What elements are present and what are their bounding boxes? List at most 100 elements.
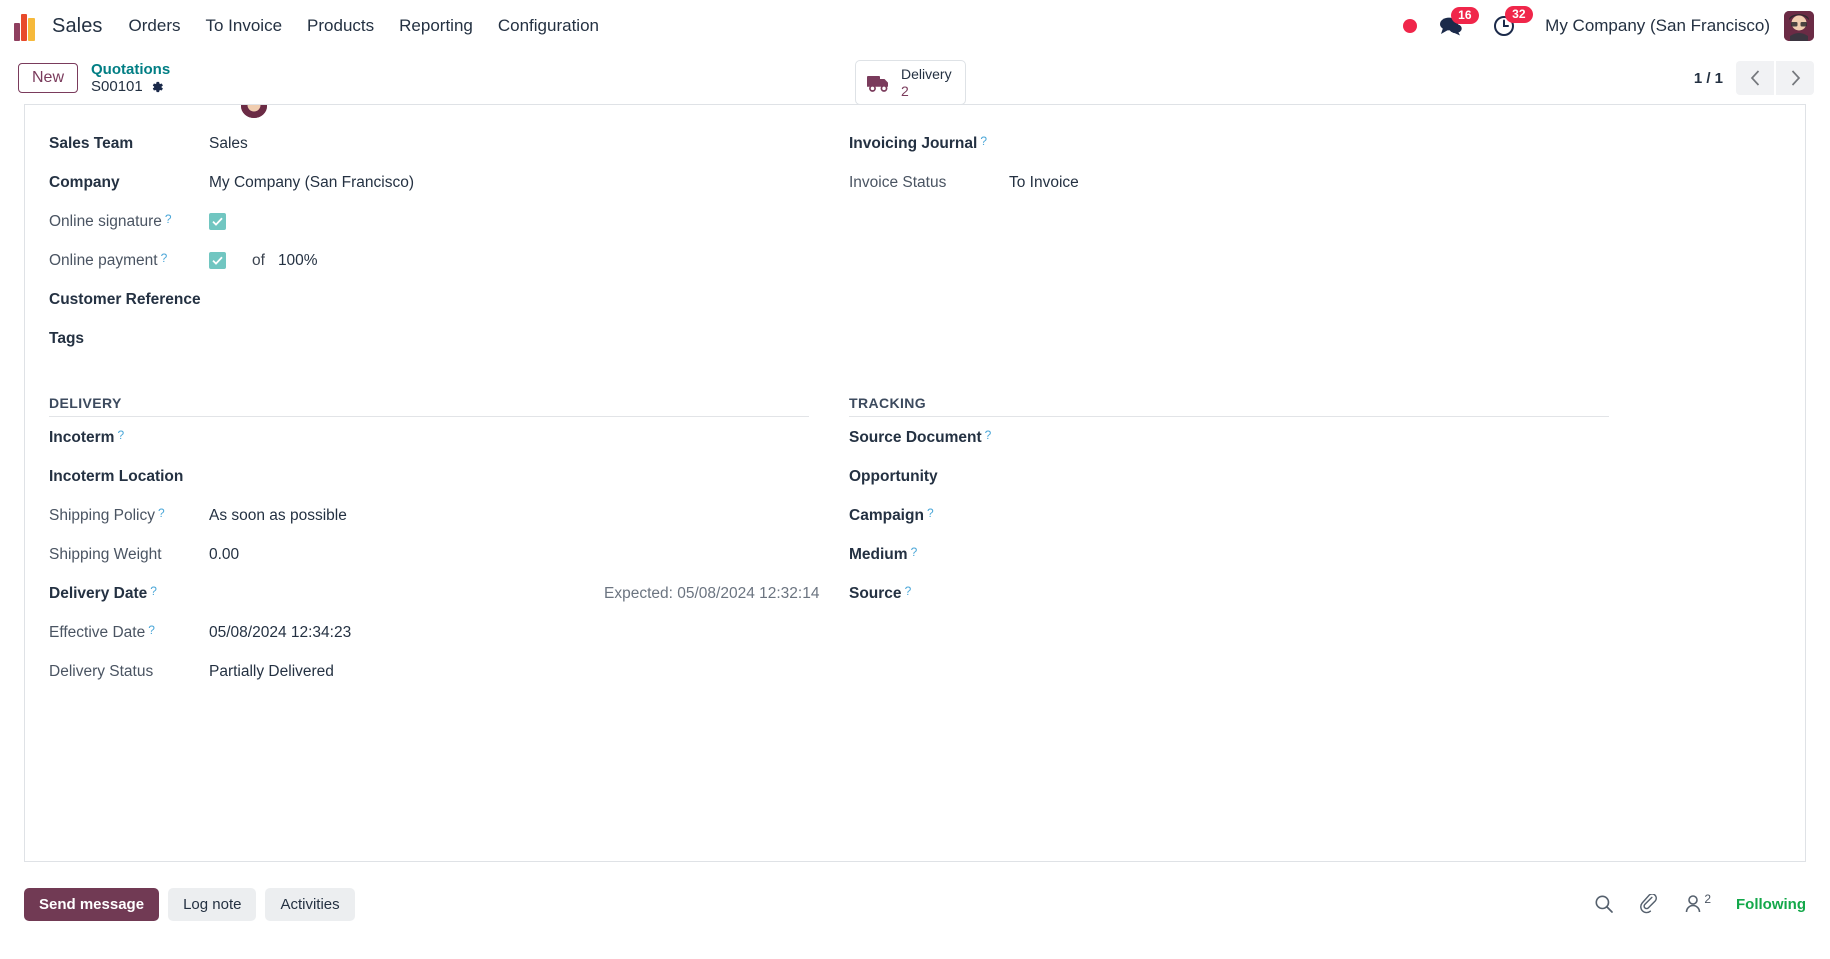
field-label: Online payment ? [49, 251, 168, 269]
form-column-right: Invoicing Journal ? Invoice Status To In… [849, 134, 1609, 702]
field-opportunity: Opportunity [849, 468, 1609, 507]
user-followers-icon [1686, 895, 1701, 913]
field-label: Campaign ? [849, 506, 934, 524]
followers-count: 2 [1704, 892, 1712, 906]
chatter-right-group: 2 Following [1594, 892, 1806, 914]
activities-badge: 32 [1505, 6, 1533, 23]
sales-logo-icon[interactable] [14, 11, 40, 41]
menu-orders[interactable]: Orders [129, 16, 181, 36]
help-tooltip-icon[interactable]: ? [911, 545, 918, 559]
help-tooltip-icon[interactable]: ? [158, 506, 165, 520]
help-tooltip-icon[interactable]: ? [117, 428, 124, 442]
delivery-date-expected-note: Expected: 05/08/2024 12:32:14 [604, 585, 820, 602]
paperclip-icon [1640, 894, 1658, 914]
form-column-left: Sales Team Sales Company My Company (San… [49, 135, 819, 702]
field-sales-team: Sales Team Sales [49, 135, 809, 174]
followers-button[interactable]: 2 [1684, 892, 1712, 914]
field-shipping-weight: Shipping Weight 0.00 [49, 546, 809, 585]
help-tooltip-icon[interactable]: ? [150, 584, 157, 598]
help-tooltip-icon[interactable]: ? [905, 584, 912, 598]
online-payment-percent[interactable]: 100% [278, 252, 318, 270]
pager-count: 1 / 1 [1693, 69, 1723, 87]
breadcrumb-quotations[interactable]: Quotations [91, 61, 170, 78]
navbar-right-group: 16 32 My Company (San Francisco) [1403, 6, 1814, 41]
delivery-stat-button[interactable]: Delivery 2 [855, 60, 966, 106]
field-label: Delivery Date ? [49, 584, 157, 602]
field-online-signature: Online signature ? [49, 212, 809, 252]
field-effective-date: Effective Date ? 05/08/2024 12:34:23 [49, 623, 809, 663]
field-label: Incoterm Location [49, 468, 184, 485]
field-tags: Tags [49, 330, 809, 369]
field-value: Partially Delivered [209, 663, 334, 680]
field-label: Source ? [849, 584, 912, 602]
log-note-button[interactable]: Log note [168, 887, 257, 921]
chatter-toolbar: Send message Log note Activities 2 Follo… [0, 862, 1830, 932]
spacer-row [849, 213, 1609, 252]
field-value: 05/08/2024 12:34:23 [209, 624, 352, 641]
field-label: Company [49, 174, 120, 191]
tracking-section-title: TRACKING [849, 395, 1609, 417]
help-tooltip-icon[interactable]: ? [985, 428, 992, 442]
menu-configuration[interactable]: Configuration [498, 16, 599, 36]
delivery-stat-label: Delivery [901, 66, 952, 82]
field-value: To Invoice [1009, 174, 1079, 191]
help-tooltip-icon[interactable]: ? [980, 134, 987, 148]
help-tooltip-icon[interactable]: ? [161, 251, 168, 265]
help-tooltip-icon[interactable]: ? [927, 506, 934, 520]
red-status-dot-icon [1403, 19, 1418, 33]
field-shipping-policy: Shipping Policy ? As soon as possible [49, 506, 809, 546]
field-value[interactable]: As soon as possible [209, 507, 347, 525]
activities-menu[interactable]: 32 [1493, 6, 1533, 37]
field-source: Source ? [849, 584, 1609, 624]
gear-icon[interactable] [150, 80, 164, 94]
menu-to-invoice[interactable]: To Invoice [206, 16, 283, 36]
field-label: Medium ? [849, 545, 918, 563]
messages-menu[interactable]: 16 [1439, 7, 1479, 36]
pager-previous-button[interactable] [1736, 61, 1774, 95]
user-avatar-icon[interactable] [1784, 11, 1814, 41]
pager-next-button[interactable] [1776, 61, 1814, 95]
breadcrumb-current-record: S00101 [91, 78, 143, 95]
record-pager: 1 / 1 [1694, 61, 1814, 95]
top-navbar: Sales Orders To Invoice Products Reporti… [0, 0, 1830, 52]
field-source-document: Source Document ? [849, 428, 1609, 468]
control-panel: New Quotations S00101 Delivery 2 1 / 1 [0, 52, 1830, 106]
online-signature-checkbox[interactable] [209, 213, 226, 230]
field-company: Company My Company (San Francisco) [49, 174, 809, 213]
help-tooltip-icon[interactable]: ? [148, 623, 155, 637]
field-value[interactable]: Sales [209, 135, 248, 153]
chevron-right-icon [1791, 70, 1800, 86]
app-menu-sales[interactable]: Sales [52, 15, 103, 38]
spacer-row [849, 330, 1609, 369]
search-messages-button[interactable] [1594, 894, 1614, 914]
attachments-button[interactable] [1639, 894, 1659, 914]
online-payment-checkbox[interactable] [209, 252, 226, 269]
search-icon [1595, 895, 1614, 913]
menu-products[interactable]: Products [307, 16, 374, 36]
form-columns: Sales Team Sales Company My Company (San… [49, 105, 1781, 702]
field-label: Delivery Status [49, 663, 154, 680]
breadcrumb: Quotations S00101 [91, 61, 170, 96]
online-payment-of-label: of [252, 252, 265, 269]
spacer-row [849, 252, 1609, 291]
help-tooltip-icon[interactable]: ? [165, 212, 172, 226]
field-campaign: Campaign ? [849, 506, 1609, 546]
messages-badge: 16 [1451, 7, 1479, 24]
field-value[interactable]: My Company (San Francisco) [209, 174, 414, 192]
company-name-label: My Company (San Francisco) [1545, 16, 1770, 35]
menu-reporting[interactable]: Reporting [399, 16, 473, 36]
field-label: Customer Reference [49, 291, 201, 308]
field-incoterm-location: Incoterm Location [49, 468, 809, 507]
delivery-section-title: DELIVERY [49, 395, 809, 417]
delivery-stat-value: 2 [901, 82, 909, 99]
field-label: Invoicing Journal ? [849, 134, 988, 152]
field-label: Source Document ? [849, 428, 992, 446]
new-record-button[interactable]: New [18, 63, 79, 93]
activities-button[interactable]: Activities [265, 887, 355, 921]
following-status-button[interactable]: Following [1736, 896, 1806, 913]
field-label: Incoterm ? [49, 428, 125, 446]
send-message-button[interactable]: Send message [24, 887, 160, 921]
chevron-left-icon [1750, 70, 1759, 86]
field-label: Invoice Status [849, 174, 947, 191]
field-label: Effective Date ? [49, 623, 155, 641]
